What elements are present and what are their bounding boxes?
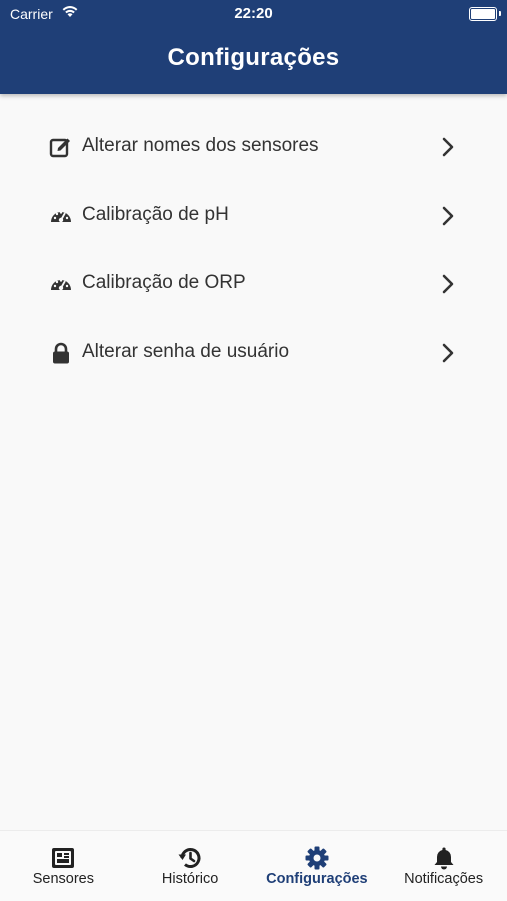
tab-configuracoes[interactable]: Configurações: [254, 831, 381, 901]
menu-item-label: Alterar nomes dos sensores: [82, 135, 319, 156]
chevron-right-icon: [442, 274, 454, 294]
sensor-board-icon: [52, 848, 75, 868]
edit-icon: [49, 138, 70, 158]
tab-label: Configurações: [266, 871, 368, 887]
menu-item-label: Calibração de pH: [82, 203, 229, 225]
settings-menu: Alterar nomes dos sensores Calibração de…: [0, 113, 507, 387]
tab-sensores[interactable]: Sensores: [0, 831, 127, 901]
menu-item-label: Alterar senha de usuário: [82, 340, 290, 362]
bell-icon: [434, 847, 454, 870]
status-bar: Carrier 22:20: [0, 0, 507, 28]
gear-icon: [305, 846, 329, 870]
gauge-icon: [51, 210, 71, 222]
status-time: 22:20: [234, 5, 273, 22]
chevron-right-icon: [442, 206, 454, 225]
bottom-tab-bar: Sensores Histórico Configurações Notific…: [0, 830, 507, 901]
chevron-right-icon: [442, 343, 454, 362]
tab-label: Notificações: [404, 871, 484, 887]
history-icon: [178, 848, 201, 868]
menu-item-label: Calibração de ORP: [82, 272, 246, 293]
menu-item-rename-sensors[interactable]: Alterar nomes dos sensores: [0, 113, 507, 182]
menu-item-ph-calibration[interactable]: Calibração de pH: [0, 182, 507, 251]
lock-icon: [53, 342, 69, 363]
battery-icon: [469, 7, 497, 21]
tab-label: Histórico: [161, 871, 219, 887]
tab-label: Sensores: [32, 871, 94, 887]
gauge-icon: [51, 279, 71, 291]
menu-item-orp-calibration[interactable]: Calibração de ORP: [0, 250, 507, 319]
app-header: Carrier 22:20 Configurações: [0, 0, 507, 94]
page-title: Configurações: [167, 44, 340, 71]
menu-item-change-password[interactable]: Alterar senha de usuário: [0, 319, 507, 388]
tab-notificacoes[interactable]: Notificações: [380, 831, 507, 901]
chevron-right-icon: [442, 137, 454, 157]
tab-historico[interactable]: Histórico: [127, 831, 254, 901]
